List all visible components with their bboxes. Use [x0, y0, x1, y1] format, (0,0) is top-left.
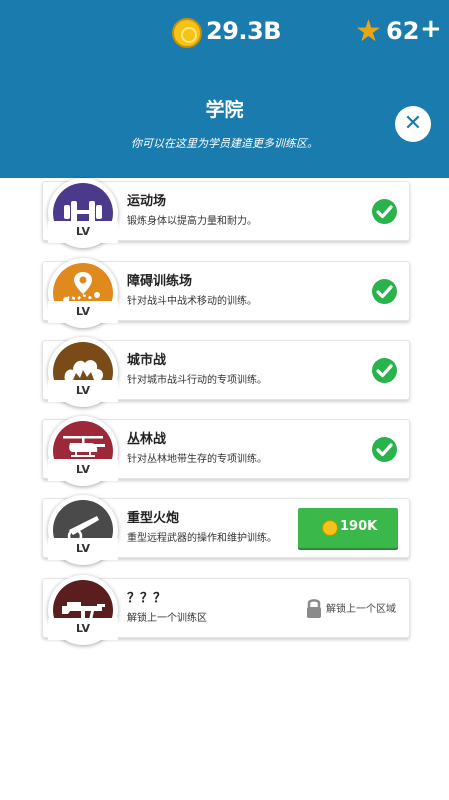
- coin-balance: 29.3B: [206, 17, 282, 45]
- training-area-sports-field[interactable]: LV 运动场 锻炼身体以提高力量和耐力。: [42, 178, 410, 248]
- training-area-jungle-warfare[interactable]: LV 丛林战 针对丛林地带生存的专项训练。: [42, 416, 410, 486]
- check-icon: [372, 199, 397, 224]
- check-icon: [372, 279, 397, 304]
- lock-icon: [305, 597, 323, 619]
- coin-icon: [322, 520, 338, 536]
- level-label: LV: [48, 221, 118, 243]
- area-description: 针对丛林地带生存的专项训练。: [127, 454, 267, 465]
- area-description: 重型远程武器的操作和维护训练。: [127, 533, 277, 544]
- area-badge: LV: [48, 495, 118, 565]
- area-name: 运动场: [127, 194, 167, 209]
- area-name: ？？？: [127, 591, 167, 606]
- area-name: 障碍训练场: [127, 274, 193, 289]
- level-label: LV: [48, 380, 118, 402]
- training-area-obstacle-course[interactable]: LV 障碍训练场 针对战斗中战术移动的训练。: [42, 258, 410, 328]
- area-name: 丛林战: [127, 432, 167, 447]
- top-bar: 29.3B ★ 62 + 学院 你可以在这里为学员建造更多训练区。 ✕: [0, 0, 449, 178]
- close-icon: ✕: [403, 111, 423, 136]
- area-badge: LV: [48, 178, 118, 248]
- training-area-locked[interactable]: LV ？？？ 解锁上一个训练区 解锁上一个区域: [42, 575, 410, 645]
- area-description: 锻炼身体以提高力量和耐力。: [127, 216, 257, 227]
- check-icon: [372, 437, 397, 462]
- area-description: 针对城市战斗行动的专项训练。: [127, 375, 267, 386]
- level-label: LV: [48, 618, 118, 640]
- training-area-heavy-artillery[interactable]: LV 重型火炮 重型远程武器的操作和维护训练。 190K: [42, 495, 410, 565]
- coin-icon: [172, 18, 202, 48]
- area-badge: LV: [48, 258, 118, 328]
- area-badge: LV: [48, 337, 118, 407]
- page-title: 学院: [205, 99, 244, 121]
- check-icon: [372, 358, 397, 383]
- training-area-urban-warfare[interactable]: LV 城市战 针对城市战斗行动的专项训练。: [42, 337, 410, 407]
- star-count: 62: [386, 17, 420, 45]
- page-subtitle: 你可以在这里为学员建造更多训练区。: [131, 137, 318, 150]
- level-label: LV: [48, 301, 118, 323]
- area-description: 针对战斗中战术移动的训练。: [127, 296, 257, 307]
- star-icon: ★: [355, 14, 382, 49]
- level-label: LV: [48, 459, 118, 481]
- area-badge: LV: [48, 575, 118, 645]
- close-button[interactable]: ✕: [395, 106, 431, 142]
- area-name: 重型火炮: [127, 511, 180, 526]
- add-stars-button[interactable]: +: [420, 14, 442, 44]
- area-badge: LV: [48, 416, 118, 486]
- area-description: 解锁上一个训练区: [127, 613, 207, 624]
- buy-button[interactable]: 190K: [298, 508, 398, 548]
- area-name: 城市战: [127, 353, 167, 368]
- price-label: 190K: [340, 519, 378, 534]
- level-label: LV: [48, 538, 118, 560]
- unlock-hint: 解锁上一个区域: [326, 604, 396, 615]
